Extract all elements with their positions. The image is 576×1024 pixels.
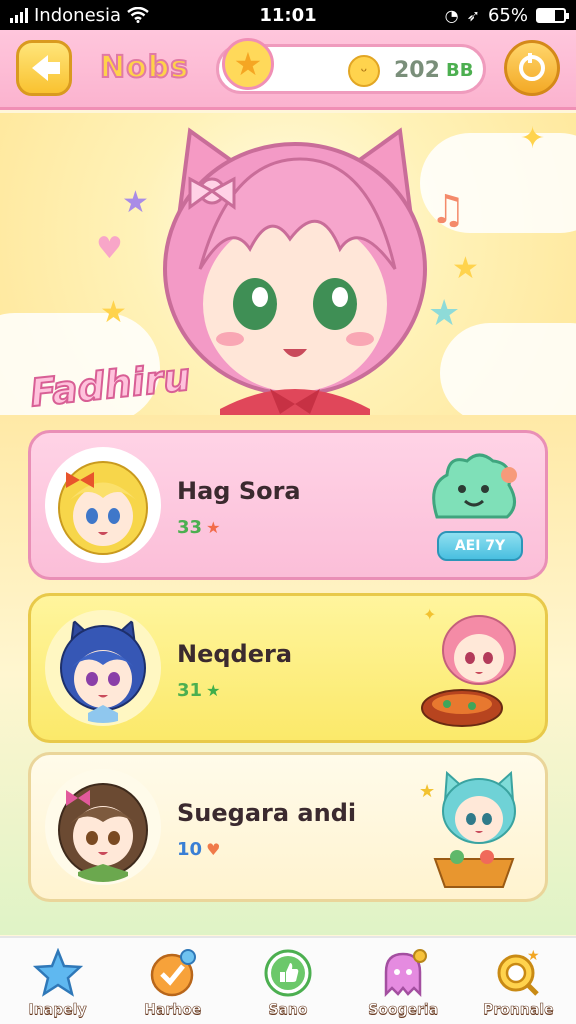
nav-label: Soogeria [368, 1002, 439, 1019]
wifi-icon [127, 7, 149, 23]
clock: 11:01 [259, 4, 317, 26]
nav-item-soogeria[interactable]: Soogeria [353, 948, 453, 1018]
battery-fill [538, 9, 555, 21]
pink-hair-girl-with-food-illustration: ✦ [421, 605, 516, 727]
alarm-icon: ◔ [444, 5, 459, 25]
hero-banner: ★ ★ ♥ ✦ ♫ ★ ★ Fadhiru [0, 113, 576, 415]
bow-decoration-icon: ♥ [96, 231, 123, 266]
avatar-blonde-girl-illustration [48, 450, 158, 560]
friend-name: Neqdera [177, 640, 293, 668]
currency-suffix: BB [446, 60, 474, 81]
location-icon: ➶ [466, 5, 480, 25]
card-side-illustration: ✦ [417, 605, 527, 732]
bottom-nav: Inapely Harhoe Sano Soogeria ★ Pronnale [0, 936, 576, 1024]
nav-item-sano[interactable]: Sano [238, 948, 338, 1018]
avatar [45, 447, 161, 563]
friend-name: Hag Sora [177, 477, 301, 505]
back-arrow-icon [32, 55, 60, 81]
nav-label: Sano [268, 1002, 308, 1019]
top-bar: Nobs ★ ᵕ 202 BB [0, 30, 576, 110]
nav-item-inapely[interactable]: Inapely [8, 948, 108, 1018]
carrier-label: Indonesia [34, 4, 122, 26]
currency-value: 202 [394, 58, 440, 83]
sparkle-decoration-icon: ✦ [520, 121, 546, 156]
friend-card[interactable]: Suegara andi 10 ♥ ★ [28, 752, 548, 902]
status-left: Indonesia [10, 5, 210, 26]
star-icon [32, 948, 83, 998]
ghost-icon [378, 948, 428, 998]
friend-card[interactable]: Neqdera 31 ★ ✦ [28, 593, 548, 743]
avatar-blue-cat-boy-illustration [60, 618, 146, 723]
back-button[interactable] [16, 40, 72, 96]
cloud-decoration [440, 323, 576, 415]
friend-stat: 10 ♥ [177, 839, 220, 860]
svg-text:★: ★ [527, 948, 540, 964]
green-slime-icon [432, 453, 517, 519]
status-bar: Indonesia 11:01 ◔ ➶ 65% [0, 0, 576, 30]
nav-item-harhoe[interactable]: Harhoe [123, 948, 223, 1018]
settings-button[interactable] [504, 40, 560, 96]
stat-value: 33 [177, 517, 203, 538]
svg-text:✦: ✦ [423, 608, 436, 624]
friend-stat: 33 ★ [177, 517, 220, 538]
avatar-brown-hair-girl-illustration [58, 783, 148, 882]
star-badge-icon[interactable]: ★ [222, 38, 274, 90]
battery-percent: 65% [487, 4, 528, 26]
star-icon: ★ [206, 518, 221, 537]
status-right: ◔ ➶ 65% [366, 4, 569, 26]
stat-value: 10 [177, 839, 203, 860]
teal-hair-cat-girl-with-basket-illustration: ★ [419, 770, 516, 888]
friend-stat: 31 ★ [177, 680, 220, 701]
star-decoration-icon: ★ [122, 185, 149, 220]
star-decoration-icon: ★ [452, 251, 479, 286]
friend-card[interactable]: Hag Sora 33 ★ AEI 7Y [28, 430, 548, 580]
avatar [45, 769, 161, 885]
friend-name: Suegara andi [177, 799, 357, 827]
thumbs-up-icon [263, 948, 313, 998]
star-decoration-icon: ★ [100, 295, 127, 330]
battery-icon [536, 7, 569, 23]
smiley-coin-icon: ᵕ [348, 55, 380, 87]
nav-label: Inapely [28, 1002, 87, 1019]
nav-item-pronnale[interactable]: ★ Pronnale [468, 948, 568, 1018]
nav-label: Harhoe [144, 1002, 202, 1019]
card-side-illustration: ★ [417, 767, 527, 891]
card-action-button[interactable]: AEI 7Y [437, 531, 523, 561]
nav-label: Pronnale [483, 1002, 554, 1019]
svg-text:★: ★ [419, 781, 435, 802]
profile-search-icon: ★ [493, 948, 543, 998]
power-icon [519, 53, 545, 81]
app-title: Nobs [99, 49, 190, 86]
star-icon: ★ [206, 681, 221, 700]
heart-icon: ♥ [206, 840, 221, 859]
hero-character-illustration [163, 127, 427, 415]
avatar [45, 610, 161, 726]
signal-icon [10, 7, 28, 23]
heart-badge-icon [148, 948, 198, 998]
stat-value: 31 [177, 680, 203, 701]
